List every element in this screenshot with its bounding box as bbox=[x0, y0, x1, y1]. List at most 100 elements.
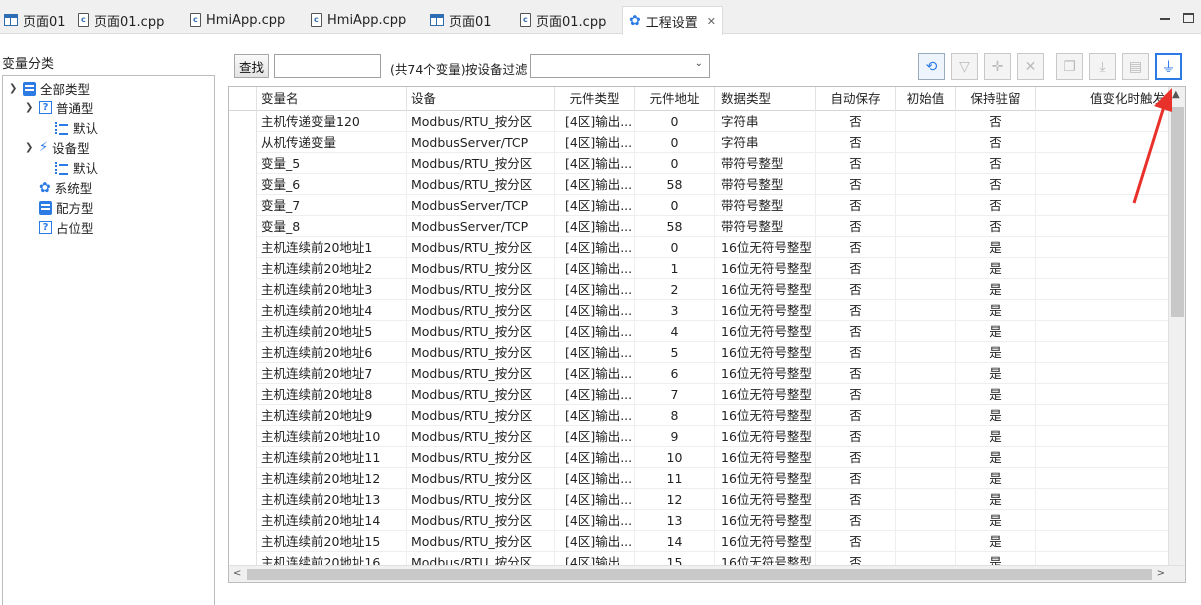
cell-name[interactable]: 主机连续前20地址6 bbox=[257, 342, 407, 363]
cell-retain[interactable]: 是 bbox=[956, 531, 1036, 552]
row-header[interactable] bbox=[229, 132, 257, 153]
tab-hmiapp-cpp-2[interactable]: HmiApp.cpp bbox=[311, 6, 406, 34]
cell-element-type[interactable]: [4区]输出... bbox=[555, 405, 635, 426]
cell-trigger-on-change[interactable] bbox=[1036, 300, 1169, 321]
chevron-down-icon[interactable]: ❯ bbox=[25, 102, 35, 113]
tree-item-placeholder[interactable]: ? 占位型 bbox=[39, 218, 94, 237]
cell-trigger-on-change[interactable] bbox=[1036, 258, 1169, 279]
cell-data-type[interactable]: 带符号整型 bbox=[715, 153, 816, 174]
cell-retain[interactable]: 是 bbox=[956, 426, 1036, 447]
table-row[interactable]: 变量_7 ModbusServer/TCP [4区]输出... 0 带符号整型否否 bbox=[229, 195, 1169, 216]
table-row[interactable]: 主机连续前20地址10 Modbus/RTU_按分区 [4区]输出... 9 16位无符… bbox=[229, 426, 1169, 447]
cell-auto-save[interactable]: 否 bbox=[816, 153, 896, 174]
scroll-left-icon[interactable]: < bbox=[233, 568, 241, 579]
cell-element-type[interactable]: [4区]输出... bbox=[555, 132, 635, 153]
cell-device[interactable]: Modbus/RTU_按分区 bbox=[407, 153, 555, 174]
cell-auto-save[interactable]: 否 bbox=[816, 426, 896, 447]
maximize-icon[interactable] bbox=[1183, 13, 1194, 23]
cell-retain[interactable]: 否 bbox=[956, 216, 1036, 237]
table-row[interactable]: 变量_8 ModbusServer/TCP [4区]输出... 58 带符号整型否否 bbox=[229, 216, 1169, 237]
cell-retain[interactable]: 否 bbox=[956, 132, 1036, 153]
cell-data-type[interactable]: 16位无符号整型 bbox=[715, 447, 816, 468]
tab-hmiapp-cpp[interactable]: HmiApp.cpp bbox=[190, 6, 285, 34]
cell-element-address[interactable]: 2 bbox=[635, 279, 715, 300]
cell-element-type[interactable]: [4区]输出... bbox=[555, 195, 635, 216]
row-header[interactable] bbox=[229, 405, 257, 426]
cell-element-type[interactable]: [4区]输出... bbox=[555, 174, 635, 195]
cell-element-type[interactable]: [4区]输出... bbox=[555, 279, 635, 300]
cell-name[interactable]: 主机连续前20地址8 bbox=[257, 384, 407, 405]
table-row[interactable]: 主机连续前20地址3 Modbus/RTU_按分区 [4区]输出... 2 16位无符号… bbox=[229, 279, 1169, 300]
cell-element-address[interactable]: 5 bbox=[635, 342, 715, 363]
cell-auto-save[interactable]: 否 bbox=[816, 384, 896, 405]
cell-data-type[interactable]: 16位无符号整型 bbox=[715, 510, 816, 531]
scroll-right-icon[interactable]: > bbox=[1157, 568, 1165, 579]
cell-retain[interactable]: 否 bbox=[956, 153, 1036, 174]
table-row[interactable]: 主机连续前20地址8 Modbus/RTU_按分区 [4区]输出... 7 16位无符号… bbox=[229, 384, 1169, 405]
cell-initial-value[interactable] bbox=[896, 384, 956, 405]
cell-name[interactable]: 变量_5 bbox=[257, 153, 407, 174]
cell-element-type[interactable]: [4区]输出... bbox=[555, 489, 635, 510]
cell-trigger-on-change[interactable] bbox=[1036, 237, 1169, 258]
row-header[interactable] bbox=[229, 279, 257, 300]
cell-device[interactable]: ModbusServer/TCP bbox=[407, 132, 555, 153]
cell-data-type[interactable]: 16位无符号整型 bbox=[715, 237, 816, 258]
cell-trigger-on-change[interactable] bbox=[1036, 405, 1169, 426]
cell-data-type[interactable]: 16位无符号整型 bbox=[715, 468, 816, 489]
cell-trigger-on-change[interactable] bbox=[1036, 510, 1169, 531]
cell-initial-value[interactable] bbox=[896, 405, 956, 426]
cell-retain[interactable]: 是 bbox=[956, 342, 1036, 363]
download-icon[interactable]: ⤓ bbox=[1089, 53, 1116, 80]
cell-device[interactable]: Modbus/RTU_按分区 bbox=[407, 426, 555, 447]
cell-auto-save[interactable]: 否 bbox=[816, 468, 896, 489]
cell-element-address[interactable]: 11 bbox=[635, 468, 715, 489]
row-header[interactable] bbox=[229, 384, 257, 405]
chevron-down-icon[interactable]: ❯ bbox=[9, 83, 19, 94]
cell-element-address[interactable]: 9 bbox=[635, 426, 715, 447]
cell-auto-save[interactable]: 否 bbox=[816, 447, 896, 468]
cell-initial-value[interactable] bbox=[896, 132, 956, 153]
cell-device[interactable]: Modbus/RTU_按分区 bbox=[407, 174, 555, 195]
search-input[interactable] bbox=[274, 54, 381, 78]
cell-element-type[interactable]: [4区]输出... bbox=[555, 384, 635, 405]
cell-name[interactable]: 主机连续前20地址12 bbox=[257, 468, 407, 489]
cell-data-type[interactable]: 字符串 bbox=[715, 132, 816, 153]
cell-element-type[interactable]: [4区]输出... bbox=[555, 531, 635, 552]
cell-data-type[interactable]: 16位无符号整型 bbox=[715, 258, 816, 279]
cell-element-type[interactable]: [4区]输出... bbox=[555, 510, 635, 531]
cell-auto-save[interactable]: 否 bbox=[816, 132, 896, 153]
cell-element-address[interactable]: 58 bbox=[635, 174, 715, 195]
table-row[interactable]: 从机传递变量 ModbusServer/TCP [4区]输出... 0 字符串否否 bbox=[229, 132, 1169, 153]
tab-page01-cpp[interactable]: 页面01.cpp bbox=[78, 6, 164, 34]
row-header[interactable] bbox=[229, 489, 257, 510]
add-icon[interactable]: ✛ bbox=[984, 53, 1011, 80]
cell-element-address[interactable]: 0 bbox=[635, 132, 715, 153]
table-row[interactable]: 主机连续前20地址9 Modbus/RTU_按分区 [4区]输出... 8 16位无符号… bbox=[229, 405, 1169, 426]
close-icon[interactable]: ✕ bbox=[707, 15, 716, 28]
cell-data-type[interactable]: 带符号整型 bbox=[715, 174, 816, 195]
filter-icon[interactable]: ▽ bbox=[951, 53, 978, 80]
cell-auto-save[interactable]: 否 bbox=[816, 321, 896, 342]
cell-initial-value[interactable] bbox=[896, 279, 956, 300]
cell-retain[interactable]: 否 bbox=[956, 111, 1036, 132]
table-row[interactable]: 主机连续前20地址2 Modbus/RTU_按分区 [4区]输出... 1 16位无符号… bbox=[229, 258, 1169, 279]
cell-data-type[interactable]: 16位无符号整型 bbox=[715, 279, 816, 300]
cell-device[interactable]: Modbus/RTU_按分区 bbox=[407, 489, 555, 510]
cell-element-address[interactable]: 12 bbox=[635, 489, 715, 510]
cell-trigger-on-change[interactable] bbox=[1036, 447, 1169, 468]
cell-auto-save[interactable]: 否 bbox=[816, 510, 896, 531]
cell-element-type[interactable]: [4区]输出... bbox=[555, 300, 635, 321]
table-row[interactable]: 变量_5 Modbus/RTU_按分区 [4区]输出... 0 带符号整型否否 bbox=[229, 153, 1169, 174]
cell-data-type[interactable]: 16位无符号整型 bbox=[715, 321, 816, 342]
cell-name[interactable]: 主机连续前20地址4 bbox=[257, 300, 407, 321]
column-header-element-type[interactable]: 元件类型 bbox=[555, 87, 635, 111]
cell-trigger-on-change[interactable] bbox=[1036, 363, 1169, 384]
cell-element-address[interactable]: 14 bbox=[635, 531, 715, 552]
cell-trigger-on-change[interactable] bbox=[1036, 321, 1169, 342]
column-header-initial-value[interactable]: 初始值 bbox=[896, 87, 956, 111]
chevron-down-icon[interactable]: ❯ bbox=[25, 142, 35, 153]
column-header-data-type[interactable]: 数据类型 bbox=[715, 87, 816, 111]
cell-name[interactable]: 主机连续前20地址2 bbox=[257, 258, 407, 279]
cell-element-type[interactable]: [4区]输出... bbox=[555, 342, 635, 363]
cell-auto-save[interactable]: 否 bbox=[816, 237, 896, 258]
